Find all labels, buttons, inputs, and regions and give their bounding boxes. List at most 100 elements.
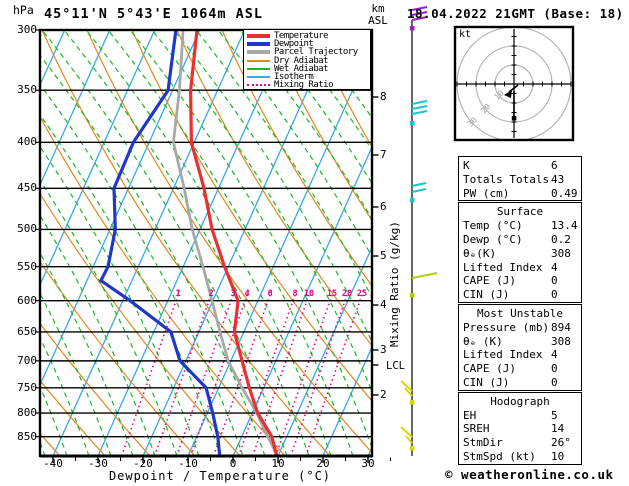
table-row-label: CIN (J) bbox=[463, 376, 551, 390]
pressure-axis-label: 700 bbox=[7, 355, 37, 367]
wind-barb-feather bbox=[412, 183, 426, 186]
pressure-axis-label: 400 bbox=[7, 136, 37, 148]
table-row-label: Totals Totals bbox=[463, 173, 551, 187]
table-row: EH5 bbox=[459, 409, 581, 423]
table-section-header: Hodograph bbox=[459, 395, 581, 409]
table-row-value: 6 bbox=[551, 159, 558, 173]
table-row: SREH14 bbox=[459, 422, 581, 436]
hodograph-unit-label: kt bbox=[459, 29, 471, 40]
mixing-ratio-axis-title: Mixing Ratio (g/kg) bbox=[388, 207, 401, 347]
table-row-label: Temp (°C) bbox=[463, 219, 551, 233]
pressure-axis-unit: hPa bbox=[13, 3, 34, 17]
table-row: PW (cm)0.49 bbox=[459, 187, 581, 201]
table-row-value: 308 bbox=[551, 335, 571, 349]
mixing-ratio-line bbox=[276, 290, 334, 456]
wind-barb-feather bbox=[412, 101, 427, 104]
mixing-ratio-line bbox=[155, 290, 213, 456]
table-row-value: 26° bbox=[551, 436, 571, 450]
table-row-label: θₑ (K) bbox=[463, 335, 551, 349]
wind-barb-level-marker bbox=[410, 446, 415, 451]
km-axis-label: 7 bbox=[380, 149, 387, 161]
km-axis-label: 4 bbox=[380, 299, 387, 311]
table-row: Lifted Index4 bbox=[459, 348, 581, 362]
pressure-axis-label: 550 bbox=[7, 261, 37, 273]
table-row-label: K bbox=[463, 159, 551, 173]
pressure-axis-label: 800 bbox=[7, 407, 37, 419]
table-row: Dewp (°C)0.2 bbox=[459, 233, 581, 247]
mixing-ratio-line bbox=[291, 290, 349, 456]
altitude-axis-unit: km ASL bbox=[361, 3, 395, 27]
table-row: CIN (J)0 bbox=[459, 288, 581, 302]
table-row-value: 0.2 bbox=[551, 233, 571, 247]
pressure-axis-label: 350 bbox=[7, 84, 37, 96]
table-row: Temp (°C)13.4 bbox=[459, 219, 581, 233]
table-row: θₑ (K)308 bbox=[459, 335, 581, 349]
table-row-value: 308 bbox=[551, 247, 571, 261]
temp-axis-title: Dewpoint / Temperature (°C) bbox=[95, 469, 345, 483]
table-row: K6 bbox=[459, 159, 581, 173]
temp-axis-label: 30 bbox=[348, 458, 388, 470]
legend-line-sample bbox=[247, 42, 270, 46]
isotherm-line bbox=[278, 30, 470, 456]
table-row-label: Lifted Index bbox=[463, 348, 551, 362]
table-row-label: StmDir bbox=[463, 436, 551, 450]
indices-table-section: Most UnstablePressure (mb)894θₑ (K)308Li… bbox=[458, 304, 582, 391]
pressure-axis-label: 650 bbox=[7, 326, 37, 338]
table-row: Totals Totals43 bbox=[459, 173, 581, 187]
indices-table-section: SurfaceTemp (°C)13.4Dewp (°C)0.2θₑ(K)308… bbox=[458, 202, 582, 303]
pressure-axis-label: 850 bbox=[7, 431, 37, 443]
skewt-sounding-page: 102030 45°11'N 5°43'E 1064m ASL 18.04.20… bbox=[0, 0, 629, 486]
mixing-ratio-value-label: 10 bbox=[300, 289, 318, 299]
dry-adiabat-line bbox=[87, 30, 375, 456]
legend-line-sample bbox=[247, 60, 270, 62]
wind-barb-feather bbox=[412, 111, 427, 114]
km-axis-label: 8 bbox=[380, 91, 387, 103]
table-row-value: 14 bbox=[551, 422, 564, 436]
pressure-axis-label: 300 bbox=[7, 24, 37, 36]
wind-barb-column bbox=[401, 7, 437, 456]
table-row-label: CAPE (J) bbox=[463, 274, 551, 288]
datetime-title: 18.04.2022 21GMT (Base: 18) bbox=[407, 6, 624, 21]
legend: TemperatureDewpointParcel TrajectoryDry … bbox=[243, 29, 371, 90]
wind-barb-feather bbox=[412, 106, 427, 109]
table-row-value: 4 bbox=[551, 261, 558, 275]
table-row-label: CIN (J) bbox=[463, 288, 551, 302]
table-row: θₑ(K)308 bbox=[459, 247, 581, 261]
table-row: Pressure (mb)894 bbox=[459, 321, 581, 335]
dry-adiabat-line bbox=[177, 30, 465, 456]
table-row-label: SREH bbox=[463, 422, 551, 436]
legend-item: Mixing Ratio bbox=[247, 81, 370, 89]
table-row-value: 0 bbox=[551, 274, 558, 288]
legend-line-sample bbox=[247, 68, 270, 70]
legend-item-label: Mixing Ratio bbox=[274, 80, 333, 90]
table-row: CAPE (J)0 bbox=[459, 274, 581, 288]
lcl-label: LCL bbox=[386, 360, 405, 372]
pressure-axis-label: 600 bbox=[7, 295, 37, 307]
wind-barb-level-marker bbox=[410, 198, 415, 203]
dry-adiabat-line bbox=[42, 30, 330, 456]
table-row: CAPE (J)0 bbox=[459, 362, 581, 376]
table-row-label: EH bbox=[463, 409, 551, 423]
indices-table-section: K6Totals Totals43PW (cm)0.49 bbox=[458, 156, 582, 201]
table-row-label: Lifted Index bbox=[463, 261, 551, 275]
legend-line-sample bbox=[247, 34, 270, 38]
table-row-value: 894 bbox=[551, 321, 571, 335]
table-row: StmDir26° bbox=[459, 436, 581, 450]
table-row-label: Pressure (mb) bbox=[463, 321, 551, 335]
table-row-value: 0.49 bbox=[551, 187, 578, 201]
dewpoint-curve bbox=[101, 30, 220, 456]
wind-barb-feather bbox=[412, 273, 437, 278]
table-row-value: 0 bbox=[551, 362, 558, 376]
table-row-value: 5 bbox=[551, 409, 558, 423]
table-row: Lifted Index4 bbox=[459, 261, 581, 275]
station-title: 45°11'N 5°43'E 1064m ASL bbox=[44, 6, 263, 22]
wind-barb-level-marker bbox=[410, 293, 415, 298]
table-row-value: 43 bbox=[551, 173, 564, 187]
copyright: © weatheronline.co.uk bbox=[445, 467, 614, 482]
mixing-ratio-value-label: 1 bbox=[169, 289, 187, 299]
dry-adiabat-line bbox=[0, 30, 285, 456]
indices-table-section: HodographEH5SREH14StmDir26°StmSpd (kt)10 bbox=[458, 392, 582, 465]
table-row-value: 10 bbox=[551, 450, 564, 464]
legend-line-sample bbox=[247, 84, 270, 86]
table-section-header: Most Unstable bbox=[459, 307, 581, 321]
